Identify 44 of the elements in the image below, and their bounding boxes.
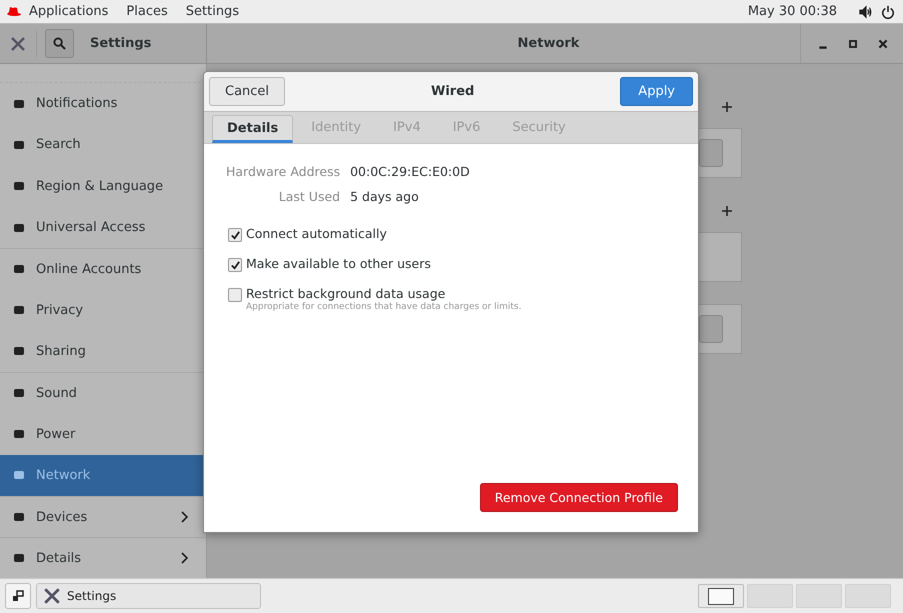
option-description: Appropriate for connections that have data charges or limits. xyxy=(246,302,522,312)
checkbox[interactable] xyxy=(228,228,242,242)
detail-label: Hardware Address xyxy=(226,164,340,179)
checkbox[interactable] xyxy=(228,258,242,272)
chevron-icon xyxy=(180,511,188,524)
workspace-button[interactable] xyxy=(698,584,744,608)
dialog-title: Wired xyxy=(430,84,476,99)
sidebar-item[interactable]: Search xyxy=(0,124,206,166)
sidebar-item[interactable]: Sharing xyxy=(0,330,206,372)
plus-icon[interactable] xyxy=(722,206,732,216)
hat-logo-icon xyxy=(6,6,22,18)
sidebar-item[interactable]: Privacy xyxy=(0,289,206,331)
window-title: Settings xyxy=(90,36,152,51)
detail-label: Last Used xyxy=(278,189,340,204)
close-icon[interactable] xyxy=(877,38,889,50)
remove-profile-button[interactable]: Remove Connection Profile xyxy=(480,483,678,512)
maximize-icon[interactable] xyxy=(847,38,859,50)
sidebar-item[interactable]: Universal Access xyxy=(0,206,206,248)
detail-value: 5 days ago xyxy=(350,189,420,204)
top-menu-item[interactable]: Places xyxy=(123,4,177,19)
sidebar-item[interactable]: Network xyxy=(0,454,206,496)
checkbox-label: Make available to other users xyxy=(246,256,431,271)
tab[interactable]: Details xyxy=(212,115,294,143)
sidebar-item[interactable]: Notifications xyxy=(0,83,206,124)
search-button[interactable] xyxy=(45,29,74,58)
volume-icon[interactable] xyxy=(859,4,873,18)
clock-text[interactable]: May 30 00:38 xyxy=(748,4,837,19)
power-icon[interactable] xyxy=(881,4,895,18)
top-menu-item[interactable]: Applications xyxy=(26,4,118,19)
panel-title: Network xyxy=(516,36,580,51)
chevron-icon xyxy=(180,552,188,564)
cancel-button[interactable]: Cancel xyxy=(209,77,286,106)
show-desktop-button[interactable] xyxy=(5,583,31,609)
windows-icon xyxy=(12,590,24,602)
sidebar-item[interactable]: Region & Language xyxy=(0,166,206,207)
checkbox-label: Connect automatically xyxy=(246,226,387,241)
taskbar-window-button[interactable]: Settings xyxy=(36,583,261,609)
apply-button[interactable]: Apply xyxy=(620,77,693,106)
checkbox[interactable] xyxy=(228,288,242,302)
sidebar-item[interactable]: Power xyxy=(0,413,206,455)
detail-value: 00:0C:29:EC:E0:0D xyxy=(350,164,470,179)
checkbox-label: Restrict background data usage xyxy=(246,286,446,301)
top-menu-item[interactable]: Settings xyxy=(182,4,248,19)
plus-icon[interactable] xyxy=(722,102,732,112)
